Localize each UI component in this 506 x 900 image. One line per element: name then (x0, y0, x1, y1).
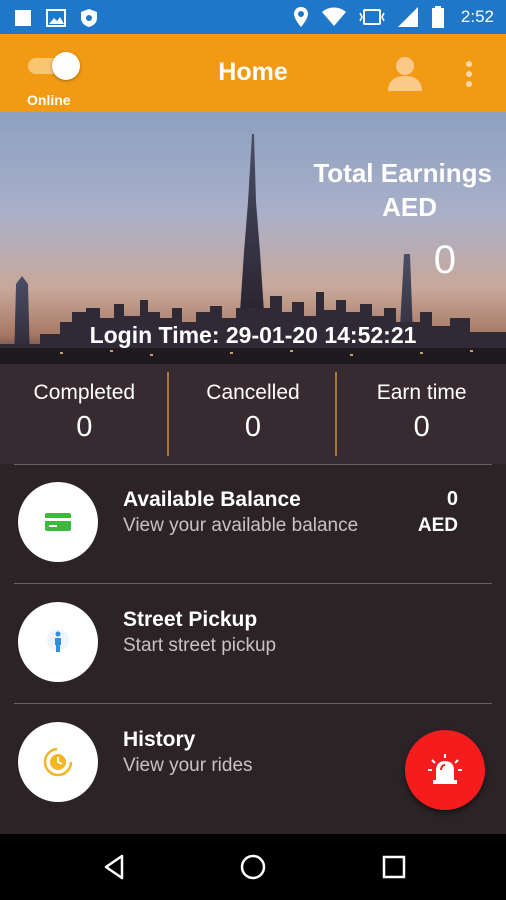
balance-title: Available Balance (123, 488, 301, 511)
square-notification-icon (15, 10, 31, 26)
stat-value: 0 (244, 411, 262, 443)
battery-icon (431, 6, 444, 28)
earnings-value: 0 (433, 238, 456, 282)
sos-alarm-button[interactable] (405, 730, 485, 810)
earnings-title: Total Earnings (313, 158, 492, 188)
toggle-knob (52, 52, 80, 80)
balance-icon-circle (18, 482, 98, 562)
toggle-label: Online (27, 92, 71, 108)
pickup-title: Street Pickup (123, 608, 258, 631)
recents-icon[interactable] (379, 852, 409, 882)
stat-cancelled: Cancelled 0 (169, 364, 338, 464)
back-icon[interactable] (100, 852, 130, 882)
person-pickup-icon (47, 629, 69, 652)
app-bar: Online Home (0, 34, 506, 112)
ride-stats: Completed 0 Cancelled 0 Earn time 0 (0, 364, 506, 464)
profile-icon[interactable] (386, 54, 424, 92)
signal-icon (397, 7, 418, 27)
pickup-icon-circle (18, 602, 98, 682)
shield-notification-icon (81, 9, 97, 27)
balance-subtitle: View your available balance (123, 515, 359, 536)
available-balance-item[interactable]: Available Balance View your available ba… (0, 464, 506, 584)
wifi-icon (321, 7, 346, 26)
online-toggle[interactable]: Online (22, 48, 82, 108)
balance-currency: AED (417, 515, 458, 536)
image-notification-icon (46, 9, 66, 27)
history-icon-circle (18, 722, 98, 802)
stat-label: Earn time (376, 381, 467, 404)
history-title: History (123, 728, 196, 751)
home-icon[interactable] (238, 852, 268, 882)
overflow-menu-icon[interactable] (458, 58, 480, 90)
card-icon (45, 513, 71, 531)
clock-history-icon (43, 747, 73, 777)
hero-banner: Total Earnings AED 0 Login Time: 29-01-2… (0, 112, 506, 364)
total-earnings-label: Total Earnings AED (313, 156, 492, 224)
stat-value: 0 (76, 411, 93, 443)
siren-icon (428, 754, 462, 784)
status-bar: 2:52 (0, 0, 506, 34)
street-pickup-item[interactable]: Street Pickup Start street pickup (0, 584, 506, 704)
stat-completed: Completed 0 (0, 364, 169, 464)
location-icon (293, 7, 308, 27)
status-time: 2:52 (460, 7, 494, 26)
earnings-currency: AED (382, 192, 437, 222)
system-nav-bar (0, 834, 506, 900)
vibrate-icon (359, 9, 385, 25)
pickup-subtitle: Start street pickup (123, 635, 277, 656)
stat-label: Completed (33, 381, 136, 404)
balance-value: 0 (446, 488, 458, 510)
stat-earn-time: Earn time 0 (337, 364, 506, 464)
history-subtitle: View your rides (123, 755, 253, 776)
login-time: Login Time: 29-01-20 14:52:21 (89, 322, 417, 348)
stat-label: Cancelled (206, 381, 300, 404)
stat-value: 0 (413, 411, 430, 443)
